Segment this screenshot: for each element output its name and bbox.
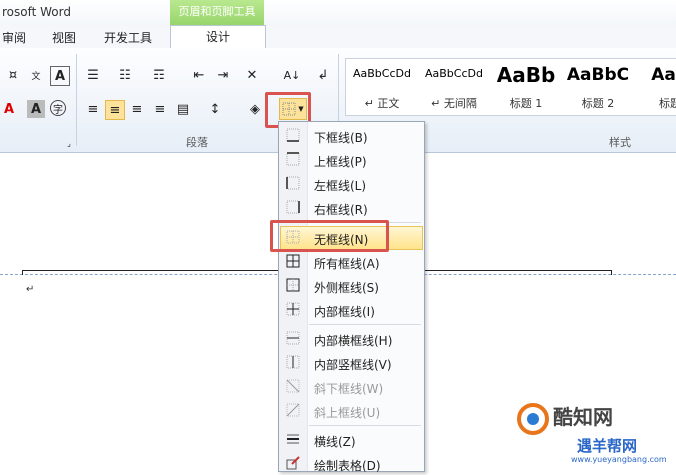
shading-icon[interactable]: ◈ [246,100,264,118]
menu-item-horizontal-line[interactable]: 横线(Z) [281,429,422,451]
increase-indent-icon[interactable]: ⇥ [214,66,232,84]
menu-item-inside-vertical-border[interactable]: 内部竖框线(V) [281,352,422,374]
align-right-icon[interactable]: ≡ [128,100,146,118]
header-line-right-mark [611,270,612,275]
watermark-slogan: 遇羊帮网 [577,437,638,455]
menu-item-draw-table[interactable]: 绘制表格(D) [281,453,422,475]
menu-item-inside-horizontal-border[interactable]: 内部横框线(H) [281,328,422,350]
bottom-border-icon [286,128,300,142]
menu-item-outside-borders[interactable]: 外侧框线(S) [281,275,422,297]
menu-item-inside-borders[interactable]: 内部框线(I) [281,299,422,321]
inside-vertical-border-icon [286,355,300,369]
outside-borders-icon [286,278,300,292]
phonetic-guide-icon[interactable]: ¤ [4,66,22,84]
style-heading-1[interactable]: AaBb 标题 1 [490,59,562,115]
left-border-icon [286,176,300,190]
header-line-left-mark [22,270,23,275]
diagonal-up-border-icon [286,403,300,417]
align-center-icon[interactable]: ≡ [105,100,125,120]
inside-horizontal-border-icon [286,331,300,345]
numbering-icon[interactable]: ☷ [116,66,134,84]
group-label-paragraph: 段落 [186,136,208,149]
distributed-icon[interactable]: ▤ [174,100,192,118]
group-label-styles: 样式 [609,136,631,149]
context-tab-group-label: 页眉和页脚工具 [170,0,264,26]
top-border-icon [286,152,300,166]
enclosed-character-icon[interactable]: 字 [50,100,66,116]
tab-review[interactable]: 审阅 [2,29,26,46]
character-shading-icon[interactable]: A [27,100,45,118]
menu-item-all-borders[interactable]: 所有框线(A) [281,251,422,273]
decrease-indent-icon[interactable]: ⇤ [190,66,208,84]
all-borders-icon [286,254,300,268]
title-bar: rosoft Word 页眉和页脚工具 [0,0,676,26]
menu-item-diagonal-up-border: 斜上框线(U) [281,400,422,422]
paragraph-mark: ↵ [26,284,35,295]
watermark-brand: 酷知网 [553,405,613,429]
show-formatting-icon[interactable]: ↲ [314,66,332,84]
borders-dropdown-menu: 下框线(B) 上框线(P) 左框线(L) 右框线(R) 无框线(N) 所有框线(… [278,121,425,475]
bullets-icon[interactable]: ☰ [84,66,102,84]
tab-design[interactable]: 设计 [170,25,266,49]
sort-icon[interactable]: A↓ [283,66,301,84]
styles-gallery: AaBbCcDd ↵ 正文 AaBbCcDd ↵ 无间隔 AaBb 标题 1 A… [345,58,676,116]
character-border-icon[interactable]: A [50,66,70,86]
font-color-icon[interactable]: A [0,100,18,118]
right-border-icon [286,200,300,214]
horizontal-line-icon [287,434,299,444]
tab-developer[interactable]: 开发工具 [104,29,152,46]
menu-item-left-border[interactable]: 左框线(L) [281,173,422,195]
ribbon-tabs: 审阅 视图 开发工具 设计 [0,25,676,49]
style-heading-2[interactable]: AaBbC 标题 2 [562,59,634,115]
chinese-layout-icon[interactable]: ✕ [243,66,261,84]
align-left-icon[interactable]: ≡ [84,100,102,118]
dialog-launcher-icon[interactable]: ⌟ [60,134,78,152]
menu-item-right-border[interactable]: 右框线(R) [281,197,422,219]
line-spacing-icon[interactable]: ↕ [206,100,224,118]
style-title[interactable]: AaB 标题 [634,59,676,115]
watermark-url: www.yueyangbang.com [571,455,667,464]
watermark: 酷知网 遇羊帮网 www.yueyangbang.com [513,397,676,470]
enclose-characters-icon[interactable]: 文 [27,66,45,84]
tab-view[interactable]: 视图 [52,29,76,46]
watermark-logo-icon [517,403,549,435]
window-title: rosoft Word [2,5,71,19]
style-no-spacing[interactable]: AaBbCcDd ↵ 无间隔 [418,59,490,115]
highlight-box-no-border [270,220,389,252]
menu-item-top-border[interactable]: 上框线(P) [281,149,422,171]
inside-borders-icon [286,302,300,316]
draw-table-icon [286,456,300,470]
justify-icon[interactable]: ≡ [151,100,169,118]
style-normal[interactable]: AaBbCcDd ↵ 正文 [346,59,418,115]
diagonal-down-border-icon [286,379,300,393]
menu-item-diagonal-down-border: 斜下框线(W) [281,376,422,398]
multilevel-list-icon[interactable]: ☶ [150,66,168,84]
menu-item-bottom-border[interactable]: 下框线(B) [281,125,422,147]
